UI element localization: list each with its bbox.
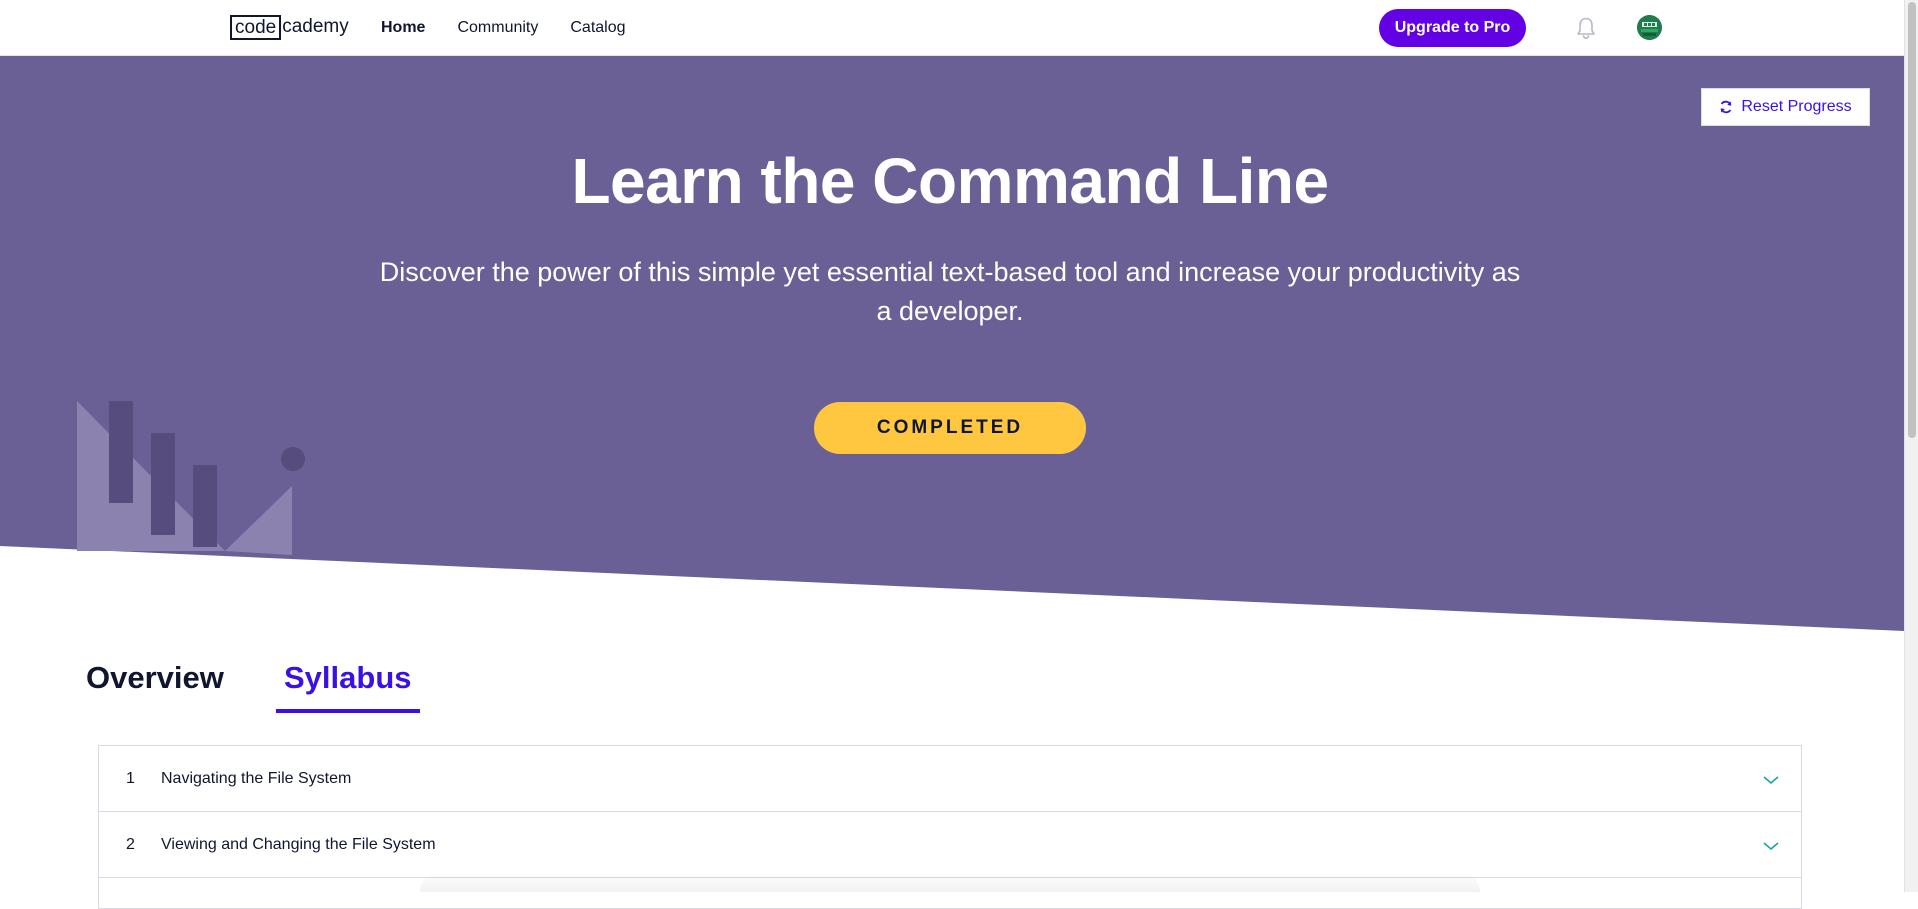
course-subtitle: Discover the power of this simple yet es… bbox=[379, 257, 1521, 326]
nav-link-community[interactable]: Community bbox=[457, 19, 538, 37]
logo-cademy-text: cademy bbox=[282, 16, 349, 37]
course-title: Learn the Command Line bbox=[571, 145, 1329, 217]
syllabus-list: 1 Navigating the File System 2 Viewing a… bbox=[98, 745, 1802, 909]
module-title: Viewing and Changing the File System bbox=[161, 835, 436, 853]
module-number: 2 bbox=[126, 835, 135, 853]
nav-link-catalog[interactable]: Catalog bbox=[570, 19, 625, 37]
reset-progress-label: Reset Progress bbox=[1741, 98, 1852, 115]
module-title: Navigating the File System bbox=[161, 769, 352, 787]
module-number: 1 bbox=[126, 769, 135, 787]
bell-icon[interactable] bbox=[1575, 16, 1597, 40]
completed-status-button[interactable]: COMPLETED bbox=[814, 402, 1086, 454]
syllabus-module-row[interactable]: 2 Viewing and Changing the File System bbox=[99, 812, 1801, 878]
refresh-icon bbox=[1719, 100, 1733, 114]
nav-links: Home Community Catalog bbox=[381, 0, 626, 55]
user-avatar[interactable] bbox=[1637, 15, 1662, 40]
syllabus-module-row[interactable]: 1 Navigating the File System bbox=[99, 746, 1801, 812]
logo-code-text: code bbox=[230, 14, 282, 40]
hero-decorative-illustration bbox=[77, 401, 305, 555]
tab-overview[interactable]: Overview bbox=[86, 655, 224, 713]
chevron-down-icon[interactable] bbox=[1763, 772, 1779, 785]
nav-link-home[interactable]: Home bbox=[381, 19, 425, 37]
scrollbar-thumb[interactable] bbox=[1908, 2, 1916, 438]
page-scrollbar[interactable] bbox=[1904, 0, 1918, 892]
codecademy-logo[interactable]: code cademy bbox=[230, 14, 349, 40]
upgrade-to-pro-button[interactable]: Upgrade to Pro bbox=[1379, 9, 1526, 47]
syllabus-module-row-cutoff[interactable] bbox=[99, 878, 1801, 908]
tab-syllabus[interactable]: Syllabus bbox=[276, 655, 420, 713]
reset-progress-button[interactable]: Reset Progress bbox=[1701, 88, 1870, 126]
course-hero: Reset Progress Learn the Command Line Di… bbox=[0, 56, 1904, 631]
top-navigation: code cademy Home Community Catalog Upgrad… bbox=[0, 0, 1904, 56]
chevron-down-icon[interactable] bbox=[1763, 838, 1779, 851]
